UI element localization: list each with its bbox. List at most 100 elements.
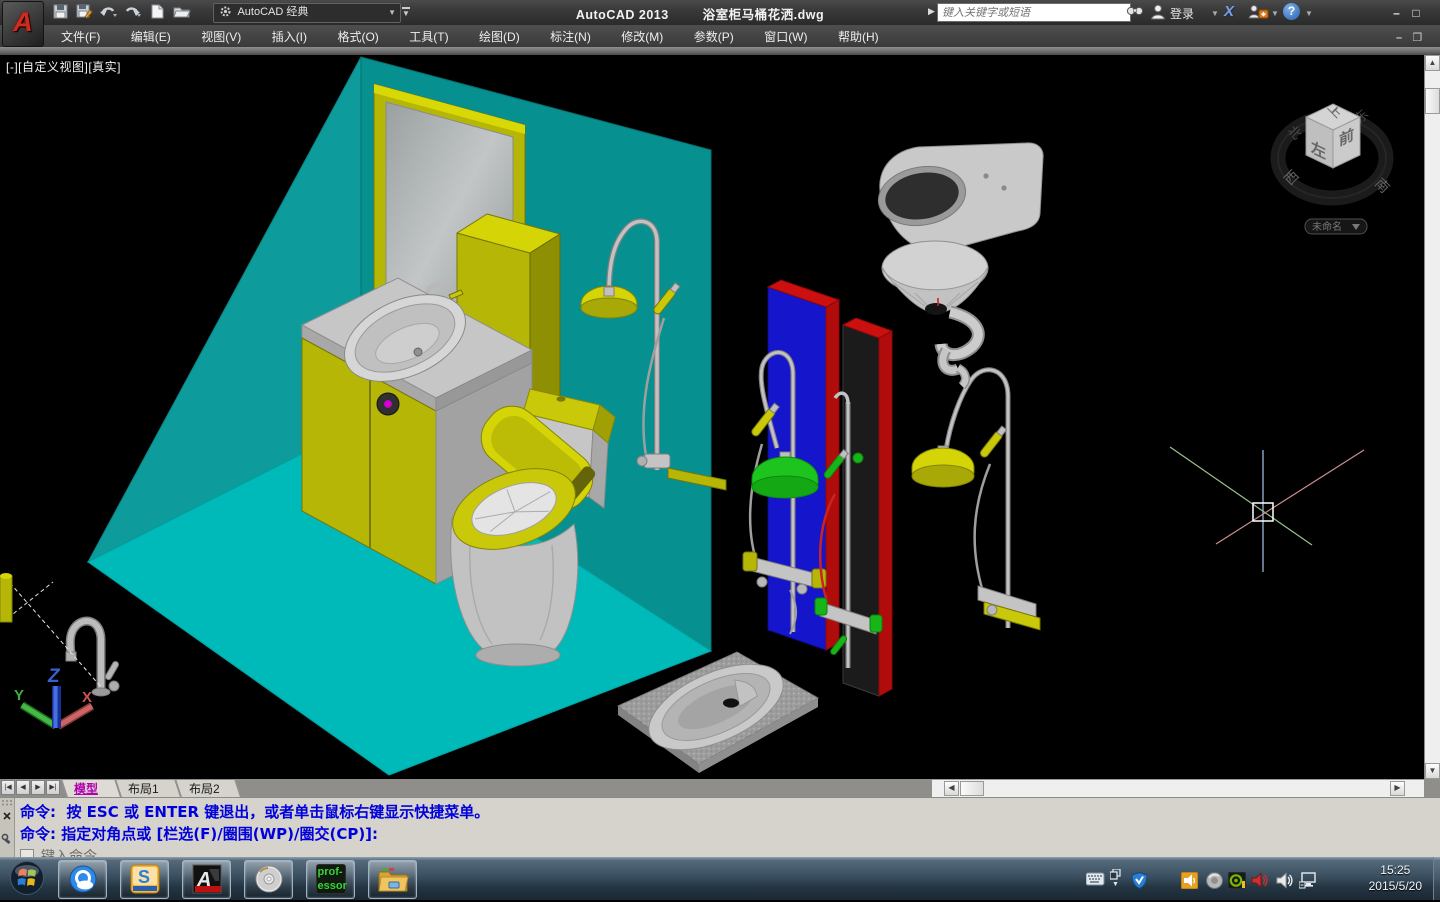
faucet-model[interactable] [66,621,120,696]
signin-button[interactable]: 登录 [1170,5,1194,22]
show-desktop-button[interactable] [1433,857,1440,900]
window-frame-strip [0,47,1440,55]
taskbar-qq-browser-button[interactable] [58,860,107,899]
wall-hung-toilet-parts[interactable] [874,143,1043,386]
clock-date: 2015/5/20 [1369,878,1422,894]
application-menu-button[interactable]: A [2,1,44,47]
exchange-apps-icon[interactable]: X [1224,3,1234,20]
tab-nav-last-icon[interactable]: ▶| [46,780,60,795]
quick-access-toolbar [50,0,192,21]
viewcube[interactable]: 北 东 西 南 上 左 前 未命名 [1278,102,1393,234]
scroll-up-button[interactable]: ▲ [1425,55,1440,71]
scroll-down-button[interactable]: ▼ [1425,763,1440,779]
scroll-right-button[interactable]: ▶ [1390,781,1405,796]
menu-format[interactable]: 格式(O) [324,25,391,47]
minimize-button[interactable]: – [1389,6,1404,20]
infocenter-toggle-icon[interactable]: ▶ [928,6,935,17]
menu-file[interactable]: 文件(F) [48,25,113,47]
stay-connected-icon[interactable] [1248,4,1270,26]
save-icon[interactable] [50,4,70,21]
new-file-icon[interactable] [148,4,168,21]
maximize-button[interactable]: □ [1408,6,1423,20]
menu-dimension[interactable]: 标注(N) [537,25,604,47]
autocad-logo-icon: A [13,7,33,37]
search-icon[interactable] [1126,4,1145,25]
tray-volume-orange-icon[interactable] [1181,872,1198,889]
taskbar-professor-button[interactable]: prof-essor [306,860,355,899]
menu-edit[interactable]: 编辑(E) [118,25,184,47]
menu-parametric[interactable]: 参数(P) [681,25,747,47]
horizontal-scrollbar[interactable]: ◀ ▶ [932,779,1424,798]
viewport-controls-label[interactable]: [-][自定义视图][真实] [6,58,121,75]
doc-minimize-button[interactable]: – [1392,32,1406,44]
viewcube-cube[interactable]: 上 左 前 [1306,102,1360,168]
drawing-canvas[interactable]: Z Y X 北 东 西 南 上 左 前 未命名 [0,55,1424,779]
shower-head-yellow-left[interactable] [581,286,637,318]
tray-input-method-icon[interactable] [1086,872,1103,889]
tray-nvidia-icon[interactable] [1228,872,1245,889]
ucs-icon: Z Y X [14,666,92,728]
menu-draw[interactable]: 绘图(D) [466,25,533,47]
vertical-scroll-thumb[interactable] [1425,88,1440,114]
search-input[interactable] [937,3,1131,22]
menu-help[interactable]: 帮助(H) [825,25,892,47]
command-window[interactable]: 命令: 按 ESC 或 ENTER 键退出，或者单击鼠标右键显示快捷菜单。 命令… [0,797,1440,858]
tray-network-icon[interactable] [1299,872,1316,889]
folder-icon [377,864,409,894]
qat-customize-icon[interactable]: ▼ [402,7,410,18]
start-button[interactable] [8,859,46,897]
vertical-scrollbar[interactable]: ▲ ▼ [1424,55,1440,779]
workspace-dropdown[interactable]: AutoCAD 经典 ▼ [213,3,401,23]
tray-expand-chevron-icon[interactable]: ▼ [1112,881,1119,888]
tray-volume-white-icon[interactable] [1276,872,1293,889]
horizontal-scroll-thumb[interactable] [960,781,984,796]
title-bar: A AutoCAD 经典 ▼ ▼ AutoCAD 2013 浴室柜马桶花洒.dw… [0,0,1440,25]
menu-insert[interactable]: 插入(I) [259,25,320,47]
menu-window[interactable]: 窗口(W) [751,25,820,47]
scroll-left-button[interactable]: ◀ [944,781,959,796]
redo-icon[interactable] [123,4,143,21]
clipped-yellow-object[interactable] [0,573,12,622]
tray-volume-red-icon[interactable] [1251,872,1268,889]
gear-icon [217,5,233,22]
doc-restore-button[interactable]: ❐ [1410,31,1424,44]
taskbar-education-app-button[interactable]: S [120,860,169,899]
ucs-x-label: X [82,689,92,706]
menu-modify[interactable]: 修改(M) [608,25,676,47]
tab-nav-prev-icon[interactable]: ◀ [16,780,30,795]
shower-head-yellow-right[interactable] [912,446,974,487]
command-history-line1: 命令: 按 ESC 或 ENTER 键退出，或者单击鼠标右键显示快捷菜单。 [20,801,489,822]
tray-gray-sphere-icon[interactable] [1206,872,1223,889]
tab-nav-next-icon[interactable]: ▶ [31,780,45,795]
command-close-icon[interactable] [4,813,10,819]
tray-security-shield-icon[interactable] [1131,872,1148,889]
undo-icon[interactable] [99,4,119,21]
shower-set-right[interactable] [912,370,1040,630]
clock-time: 15:25 [1369,862,1422,878]
taskbar-autocad-button[interactable]: A [182,860,231,899]
autocad-app-icon: A [192,864,222,894]
taskbar-cd-player-button[interactable] [244,860,293,899]
hand-shower-yellow-3[interactable] [979,425,1007,458]
signin-chevron-icon[interactable]: ▼ [1211,9,1219,18]
help-icon[interactable]: ? [1283,3,1300,20]
tab-layout1[interactable]: 布局1 [128,780,159,797]
taskbar-explorer-button[interactable] [368,860,417,899]
save-as-icon[interactable] [74,4,94,21]
model-space-view[interactable]: Z Y X 北 东 西 南 上 左 前 未命名 [0,55,1424,779]
svg-text:A: A [196,869,211,891]
user-icon [1150,3,1167,26]
command-wrench-icon[interactable] [2,834,10,844]
menu-tools[interactable]: 工具(T) [396,25,461,47]
tab-model[interactable]: 模型 [74,780,98,797]
chevron-down-icon[interactable]: ▼ [388,4,396,21]
window-title: AutoCAD 2013 浴室柜马桶花洒.dwg [480,4,920,23]
taskbar-clock[interactable]: 15:25 2015/5/20 [1369,862,1422,894]
tab-nav-first-icon[interactable]: |◀ [1,780,15,795]
viewcube-named-view-button[interactable]: 未命名 [1305,219,1367,234]
open-folder-icon[interactable] [172,4,192,21]
connected-chevron-icon[interactable]: ▼ [1271,9,1279,18]
menu-view[interactable]: 视图(V) [188,25,254,47]
tab-layout2[interactable]: 布局2 [189,780,220,797]
help-chevron-icon[interactable]: ▼ [1305,9,1313,18]
